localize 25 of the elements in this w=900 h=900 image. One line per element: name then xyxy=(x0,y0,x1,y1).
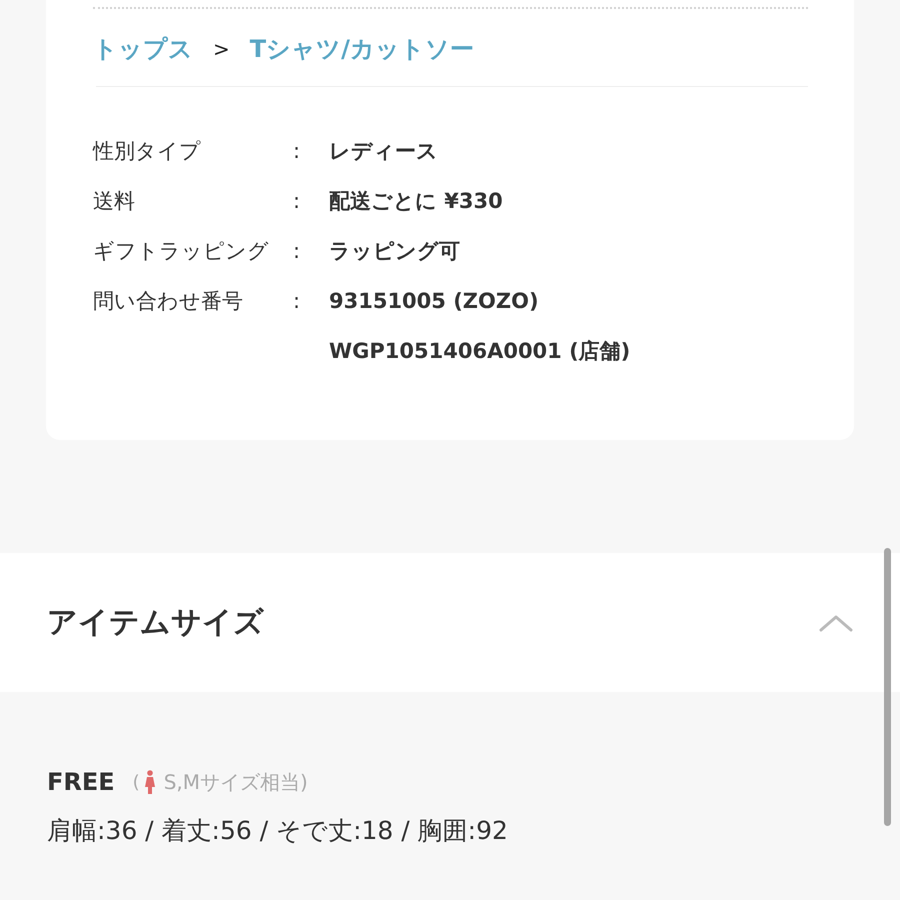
breadcrumb-separator: > xyxy=(213,37,230,61)
breadcrumb-link[interactable]: トップス xyxy=(93,33,193,65)
detail-colon: : xyxy=(293,138,302,165)
section-title: アイテムサイズ xyxy=(47,604,264,642)
size-measurements: 肩幅:36 / 着丈:56 / そで丈:18 / 胸囲:92 xyxy=(47,815,509,847)
detail-label: ギフトラッピング xyxy=(93,238,270,265)
scrollbar[interactable] xyxy=(884,548,891,826)
detail-value: レディース xyxy=(329,138,438,165)
collapse-chevron-icon[interactable] xyxy=(818,612,854,632)
detail-label: 送料 xyxy=(93,188,136,215)
breadcrumb-link[interactable]: Tシャツ/カットソー xyxy=(250,33,474,65)
detail-value: ラッピング可 xyxy=(329,238,460,265)
size-equivalent: S,Mサイズ相当) xyxy=(164,768,308,796)
detail-value: 配送ごとに ¥330 xyxy=(329,188,503,215)
detail-colon: : xyxy=(293,288,302,315)
detail-colon: : xyxy=(293,238,302,265)
parenthesis: ( xyxy=(132,772,140,792)
section-header[interactable]: アイテムサイズ xyxy=(0,553,900,692)
detail-label: 問い合わせ番号 xyxy=(93,288,244,315)
size-name: FREE xyxy=(47,768,115,796)
detail-label: 性別タイプ xyxy=(93,138,202,165)
detail-colon: : xyxy=(293,188,302,215)
detail-value: WGP1051406A0001 (店舗) xyxy=(329,338,630,365)
woman-figure-icon xyxy=(144,770,156,794)
detail-value: 93151005 (ZOZO) xyxy=(329,288,540,315)
